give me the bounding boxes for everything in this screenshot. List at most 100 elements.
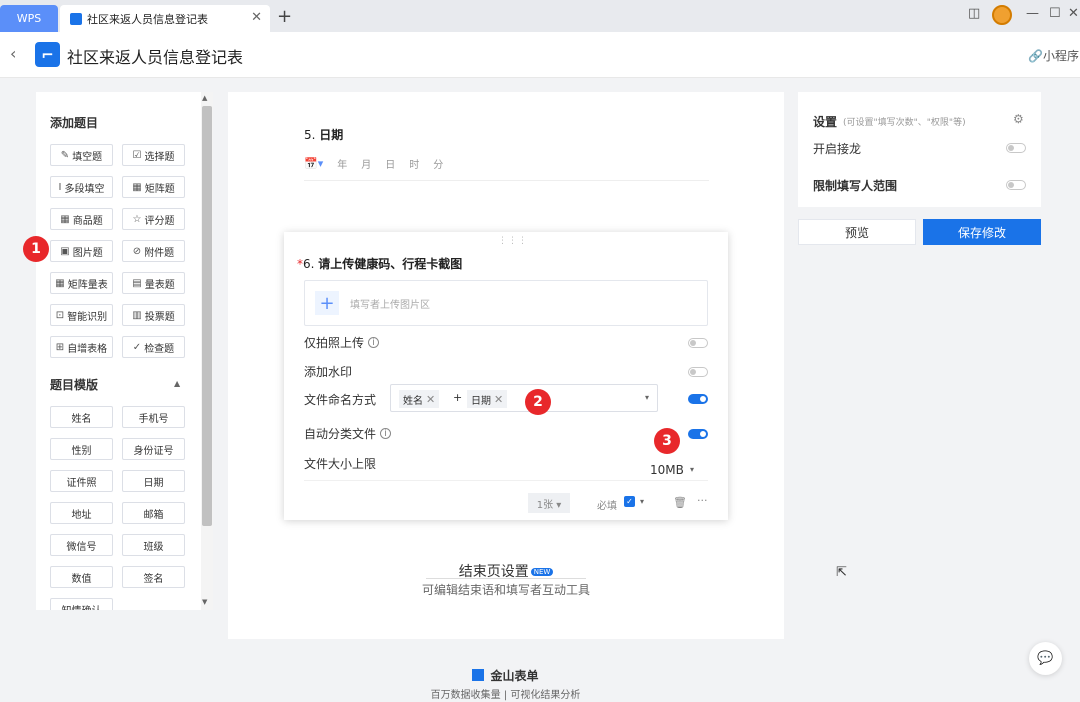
question-type-label: 多段填空 [64, 183, 105, 195]
template-button[interactable]: 微信号 [50, 534, 113, 556]
step-badge-1: 1 [23, 236, 49, 262]
layout-icon[interactable]: ◫ [968, 6, 980, 21]
remove-tag-icon[interactable]: ✕ [426, 393, 435, 406]
template-button[interactable]: 邮箱 [122, 502, 185, 524]
trash-icon[interactable]: 🗑 [673, 496, 687, 509]
miniprogram-link[interactable]: 🔗小程序 [1028, 47, 1079, 64]
question-type-button[interactable]: ▦ 商品题 [50, 208, 113, 230]
question-type-button[interactable]: ✎ 填空题 [50, 144, 113, 166]
question-type-button[interactable]: ▥ 投票题 [122, 304, 185, 326]
chevron-down-icon[interactable]: ▾ [645, 393, 649, 402]
close-tab-icon[interactable]: ✕ [251, 10, 262, 25]
save-button[interactable]: 保存修改 [923, 219, 1041, 245]
new-tab-button[interactable]: + [277, 6, 292, 27]
template-button[interactable]: 身份证号 [122, 438, 185, 460]
template-button[interactable]: 姓名 [50, 406, 113, 428]
chevron-down-icon[interactable]: ▾ [640, 497, 644, 506]
auto-sort-toggle[interactable] [688, 429, 708, 439]
chat-icon[interactable]: 💬 [1029, 642, 1062, 675]
scrollbar-thumb[interactable] [202, 106, 212, 526]
question-type-button[interactable]: ⊞ 自增表格 [50, 336, 113, 358]
restrict-toggle[interactable] [1006, 180, 1026, 190]
close-window-icon[interactable]: ✕ [1068, 6, 1079, 21]
scroll-down-icon[interactable]: ▼ [202, 598, 207, 606]
step-badge-3: 3 [654, 428, 680, 454]
watermark-option: 添加水印 [304, 363, 352, 380]
template-button[interactable]: 性别 [50, 438, 113, 460]
image-upload-area[interactable]: + 填写者上传图片区 [304, 280, 708, 326]
size-limit-value[interactable]: 10MB [650, 463, 684, 477]
template-button[interactable]: 签名 [122, 566, 185, 588]
plus-icon[interactable]: + [315, 291, 339, 315]
settings-hint: (可设置"填写次数"、"权限"等) [843, 118, 966, 128]
question-type-button[interactable]: Ⅰ 多段填空 [50, 176, 113, 198]
template-button[interactable]: 日期 [122, 470, 185, 492]
chevron-down-icon[interactable]: ▾ [690, 465, 694, 474]
question-type-label: 检查题 [144, 343, 175, 355]
relay-toggle[interactable] [1006, 143, 1026, 153]
minimize-icon[interactable]: — [1026, 6, 1039, 21]
required-checkbox[interactable]: ✓ [624, 496, 635, 507]
question-type-label: 量表题 [144, 279, 175, 291]
question-type-button[interactable]: ⊘ 附件题 [122, 240, 185, 262]
template-button[interactable]: 数值 [50, 566, 113, 588]
drag-handle-icon[interactable]: ⋮⋮⋮ [498, 236, 528, 246]
question-type-button[interactable]: ⊡ 智能识别 [50, 304, 113, 326]
question-type-button[interactable]: ▤ 量表题 [122, 272, 185, 294]
remove-tag-icon[interactable]: ✕ [494, 393, 503, 406]
question-type-label: 附件题 [144, 247, 175, 259]
template-button[interactable]: 证件照 [50, 470, 113, 492]
required-label: 必填 [597, 501, 617, 512]
question-5-number: 5. [304, 128, 316, 142]
back-icon[interactable]: ‹ [10, 44, 16, 63]
wps-tab[interactable]: WPS [0, 5, 58, 32]
auto-sort-label: 自动分类文件 [304, 427, 377, 441]
question-type-label: 自增表格 [67, 343, 108, 355]
scroll-up-icon[interactable]: ▲ [202, 94, 207, 102]
template-button[interactable]: 手机号 [122, 406, 185, 428]
date-picker[interactable]: 📅▾ 年 月 日 时 分 [304, 156, 443, 171]
form-canvas: 5. 日期 📅▾ 年 月 日 时 分 ⋮⋮⋮ *6. 请上传健康码、行程卡截图 … [228, 92, 784, 639]
tag-date[interactable]: 日期 ✕ [467, 390, 508, 408]
question-type-button[interactable]: ▦ 矩阵题 [122, 176, 185, 198]
question-5-title[interactable]: 5. 日期 [304, 126, 343, 143]
auto-sort-option: 自动分类文件 i [304, 425, 392, 442]
question-type-button[interactable]: ▣ 图片题 [50, 240, 113, 262]
document-tab[interactable]: 社区来返人员信息登记表 ✕ [60, 5, 270, 32]
template-button[interactable]: 知情确认 [50, 598, 113, 610]
minute-unit: 分 [433, 160, 444, 171]
question-type-button[interactable]: ☑ 选择题 [122, 144, 185, 166]
info-icon[interactable]: i [368, 337, 380, 348]
template-button[interactable]: 地址 [50, 502, 113, 524]
size-limit-option: 文件大小上限 [304, 455, 376, 472]
filename-select[interactable]: 姓名 ✕ + 日期 ✕ ▾ [390, 384, 658, 412]
watermark-toggle[interactable] [688, 367, 708, 377]
preview-button[interactable]: 预览 [798, 219, 916, 245]
image-count-select[interactable]: 1张 ▾ [528, 493, 570, 513]
question-6-title[interactable]: *6. 请上传健康码、行程卡截图 [297, 255, 462, 272]
tag-date-label: 日期 [471, 395, 491, 407]
template-button[interactable]: 班级 [122, 534, 185, 556]
question-type-button[interactable]: ✓ 检查题 [122, 336, 185, 358]
collapse-icon[interactable]: ▲ [174, 379, 180, 388]
photo-only-toggle[interactable] [688, 338, 708, 348]
question-5-divider [304, 180, 709, 181]
brand-logo-icon [472, 669, 485, 681]
question-type-icon: ▥ [132, 309, 142, 321]
question-type-panel: 添加题目 ✎ 填空题 ☑ 选择题 Ⅰ 多段填空 ▦ 矩阵题 ▦ 商品题 ☆ 评分题 ▣ 图片题 ⊘ 附件题 ▦ 矩… [36, 92, 213, 610]
avatar[interactable] [992, 5, 1012, 25]
calendar-icon[interactable]: 📅▾ [304, 157, 323, 170]
brand-footer: 金山表单 [0, 667, 1011, 684]
gear-icon[interactable]: ⚙ [1013, 112, 1024, 126]
filename-toggle[interactable] [688, 394, 708, 404]
question-type-button[interactable]: ▦ 矩阵量表 [50, 272, 113, 294]
question-6-card[interactable]: ⋮⋮⋮ *6. 请上传健康码、行程卡截图 + 填写者上传图片区 仅拍照上传 i 添… [284, 232, 728, 520]
maximize-icon[interactable]: ☐ [1049, 6, 1061, 21]
form-logo-icon: ⌐ [35, 42, 60, 67]
question-type-icon: ☆ [132, 213, 142, 225]
question-type-button[interactable]: ☆ 评分题 [122, 208, 185, 230]
info-icon[interactable]: i [380, 428, 392, 439]
hour-unit: 时 [409, 160, 420, 171]
more-icon[interactable]: ··· [697, 494, 708, 507]
tag-name[interactable]: 姓名 ✕ [399, 390, 440, 408]
